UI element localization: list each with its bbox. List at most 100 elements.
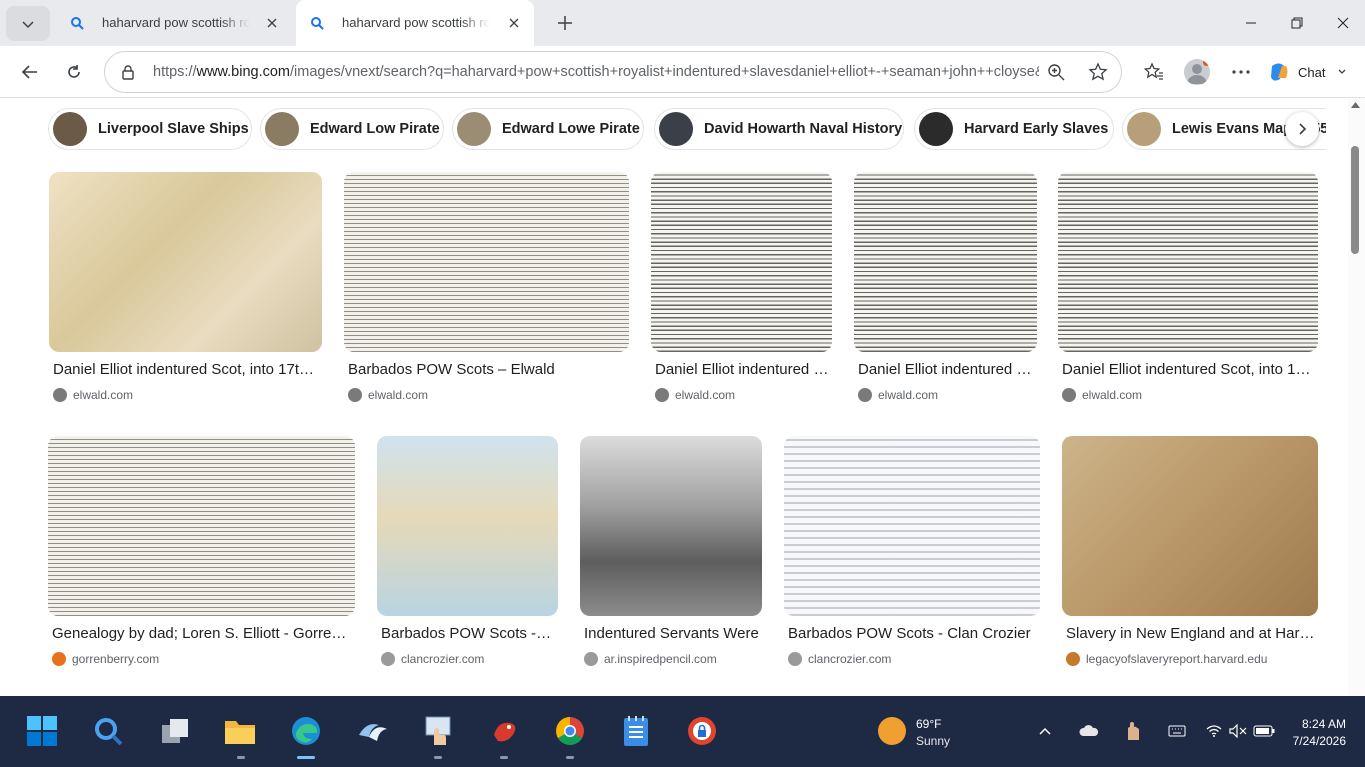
- tab-2[interactable]: haharvard pow scottish royalist indentur…: [296, 0, 534, 46]
- result-source[interactable]: legacyofslaveryreport.harvard.edu: [1066, 652, 1267, 666]
- new-tab-button[interactable]: [552, 10, 578, 36]
- result-source[interactable]: clancrozier.com: [788, 652, 891, 666]
- scrollbar-thumb[interactable]: [1351, 146, 1359, 254]
- result-caption[interactable]: Barbados POW Scots - Clan Crozier: [788, 625, 1038, 642]
- result-caption[interactable]: Daniel Elliot indentured Scot: [655, 361, 829, 378]
- source-domain: clancrozier.com: [808, 652, 892, 666]
- settings-menu-button[interactable]: [1227, 58, 1255, 86]
- tab-1-title: haharvard pow scottish royalist indentur…: [102, 15, 250, 30]
- result-thumbnail[interactable]: [784, 436, 1040, 616]
- result-source[interactable]: elwald.com: [53, 388, 133, 402]
- chrome-icon: [556, 717, 584, 745]
- related-search-pill[interactable]: Harvard Early Slaves: [914, 108, 1114, 150]
- result-caption[interactable]: Barbados POW Scots – Elwald: [348, 361, 626, 378]
- result-thumbnail[interactable]: [580, 436, 762, 616]
- related-search-pill[interactable]: Edward Low Pirate: [260, 108, 444, 150]
- tab-2-close-button[interactable]: [504, 13, 524, 33]
- taskbar-search-button[interactable]: [90, 713, 126, 749]
- edge-browser-button[interactable]: [288, 713, 324, 749]
- back-button[interactable]: [16, 58, 44, 86]
- result-thumbnail[interactable]: [344, 172, 629, 352]
- result-thumbnail[interactable]: [1058, 172, 1318, 352]
- maximize-button[interactable]: [1282, 10, 1312, 36]
- weather-widget[interactable]: 69°F Sunny: [878, 714, 998, 750]
- copilot-icon: [1271, 63, 1288, 81]
- result-caption[interactable]: Slavery in New England and at Harvard: [1066, 625, 1316, 642]
- image-result-card[interactable]: Daniel Elliot indentured Scot elwald.com: [854, 172, 1037, 412]
- result-thumbnail[interactable]: [377, 436, 558, 616]
- volume-button[interactable]: [1227, 720, 1249, 742]
- close-window-button[interactable]: [1328, 10, 1358, 36]
- result-thumbnail[interactable]: [49, 172, 322, 352]
- lizard-app-button[interactable]: [486, 713, 522, 749]
- result-caption[interactable]: Indentured Servants Were: [584, 625, 759, 642]
- result-source[interactable]: gorrenberry.com: [52, 652, 159, 666]
- result-caption[interactable]: Genealogy by dad; Loren S. Elliott - Gor…: [52, 625, 352, 642]
- result-thumbnail[interactable]: [651, 172, 832, 352]
- image-result-card[interactable]: Genealogy by dad; Loren S. Elliott - Gor…: [48, 436, 355, 676]
- result-source[interactable]: elwald.com: [348, 388, 428, 402]
- image-result-card[interactable]: Daniel Elliot indentured Scot, into 17th…: [49, 172, 322, 412]
- favorites-star-icon: [1144, 62, 1163, 80]
- keyboard-button[interactable]: [1166, 720, 1188, 742]
- image-result-card[interactable]: Barbados POW Scots - Clan Crozier clancr…: [377, 436, 558, 676]
- tab-1[interactable]: haharvard pow scottish royalist indentur…: [56, 0, 292, 46]
- openoffice-button[interactable]: [355, 713, 391, 749]
- system-clock[interactable]: 8:24 AM 7/24/2026: [1282, 716, 1346, 750]
- result-thumbnail[interactable]: [854, 172, 1037, 352]
- running-indicator: [500, 756, 508, 759]
- refresh-button[interactable]: [60, 58, 88, 86]
- source-domain: elwald.com: [675, 388, 736, 402]
- related-searches-carousel: Liverpool Slave Ships Edward Low Pirate …: [46, 108, 1326, 152]
- related-search-pill[interactable]: Edward Lowe Pirate: [452, 108, 644, 150]
- image-result-card[interactable]: Daniel Elliot indentured Scot, into 17th…: [1058, 172, 1318, 412]
- image-result-card[interactable]: Daniel Elliot indentured Scot elwald.com: [651, 172, 832, 412]
- favorites-button[interactable]: [1140, 58, 1168, 86]
- profile-avatar[interactable]: [1184, 59, 1210, 85]
- carousel-next-button[interactable]: [1285, 112, 1319, 146]
- result-source[interactable]: elwald.com: [1062, 388, 1142, 402]
- battery-button[interactable]: [1253, 720, 1275, 742]
- result-caption[interactable]: Daniel Elliot indentured Scot, into 17th…: [1062, 361, 1314, 378]
- star-icon[interactable]: [1088, 62, 1108, 82]
- image-results-page: Liverpool Slave Ships Edward Low Pirate …: [0, 98, 1348, 696]
- paint-app-button[interactable]: [420, 713, 456, 749]
- file-explorer-button[interactable]: [222, 713, 258, 749]
- result-caption[interactable]: Daniel Elliot indentured Scot, into 17th…: [53, 361, 319, 378]
- minimize-button[interactable]: [1236, 10, 1266, 36]
- result-source[interactable]: elwald.com: [858, 388, 938, 402]
- start-button[interactable]: [24, 713, 60, 749]
- related-search-pill[interactable]: David Howarth Naval History: [654, 108, 904, 150]
- result-caption[interactable]: Daniel Elliot indentured Scot: [858, 361, 1034, 378]
- zoom-icon[interactable]: [1047, 63, 1065, 81]
- arrow-left-icon: [21, 65, 37, 79]
- task-view-button[interactable]: [157, 713, 193, 749]
- network-button[interactable]: [1203, 720, 1225, 742]
- tab-list-button[interactable]: [6, 6, 50, 41]
- result-source[interactable]: clancrozier.com: [381, 652, 484, 666]
- result-thumbnail[interactable]: [48, 436, 355, 616]
- copilot-chat-button[interactable]: Chat: [1268, 55, 1358, 89]
- image-result-card[interactable]: Barbados POW Scots - Clan Crozier clancr…: [784, 436, 1040, 676]
- image-result-card[interactable]: Indentured Servants Were ar.inspiredpenc…: [580, 436, 762, 676]
- image-result-card[interactable]: Barbados POW Scots – Elwald elwald.com: [344, 172, 629, 412]
- title-bar: haharvard pow scottish royalist indentur…: [0, 0, 1365, 46]
- image-result-card[interactable]: Slavery in New England and at Harvard le…: [1062, 436, 1318, 676]
- onedrive-button[interactable]: [1078, 720, 1100, 742]
- notepad-button[interactable]: [618, 713, 654, 749]
- scroll-up-icon[interactable]: [1351, 102, 1360, 108]
- address-bar[interactable]: https://www.bing.com/images/vnext/search…: [104, 51, 1122, 93]
- show-hidden-icons-button[interactable]: [1034, 720, 1056, 742]
- tab-1-close-button[interactable]: [262, 13, 282, 33]
- page-scrollbar[interactable]: [1348, 98, 1365, 696]
- tray-hand-app-button[interactable]: [1122, 720, 1144, 742]
- result-thumbnail[interactable]: [1062, 436, 1318, 616]
- windows-logo-icon: [27, 716, 57, 746]
- result-caption[interactable]: Barbados POW Scots - Clan Crozier: [381, 625, 555, 642]
- weather-temperature: 69°F: [916, 717, 942, 731]
- related-search-pill[interactable]: Liverpool Slave Ships: [48, 108, 252, 150]
- vpn-app-button[interactable]: [684, 713, 720, 749]
- chrome-button[interactable]: [552, 713, 588, 749]
- result-source[interactable]: elwald.com: [655, 388, 735, 402]
- result-source[interactable]: ar.inspiredpencil.com: [584, 652, 717, 666]
